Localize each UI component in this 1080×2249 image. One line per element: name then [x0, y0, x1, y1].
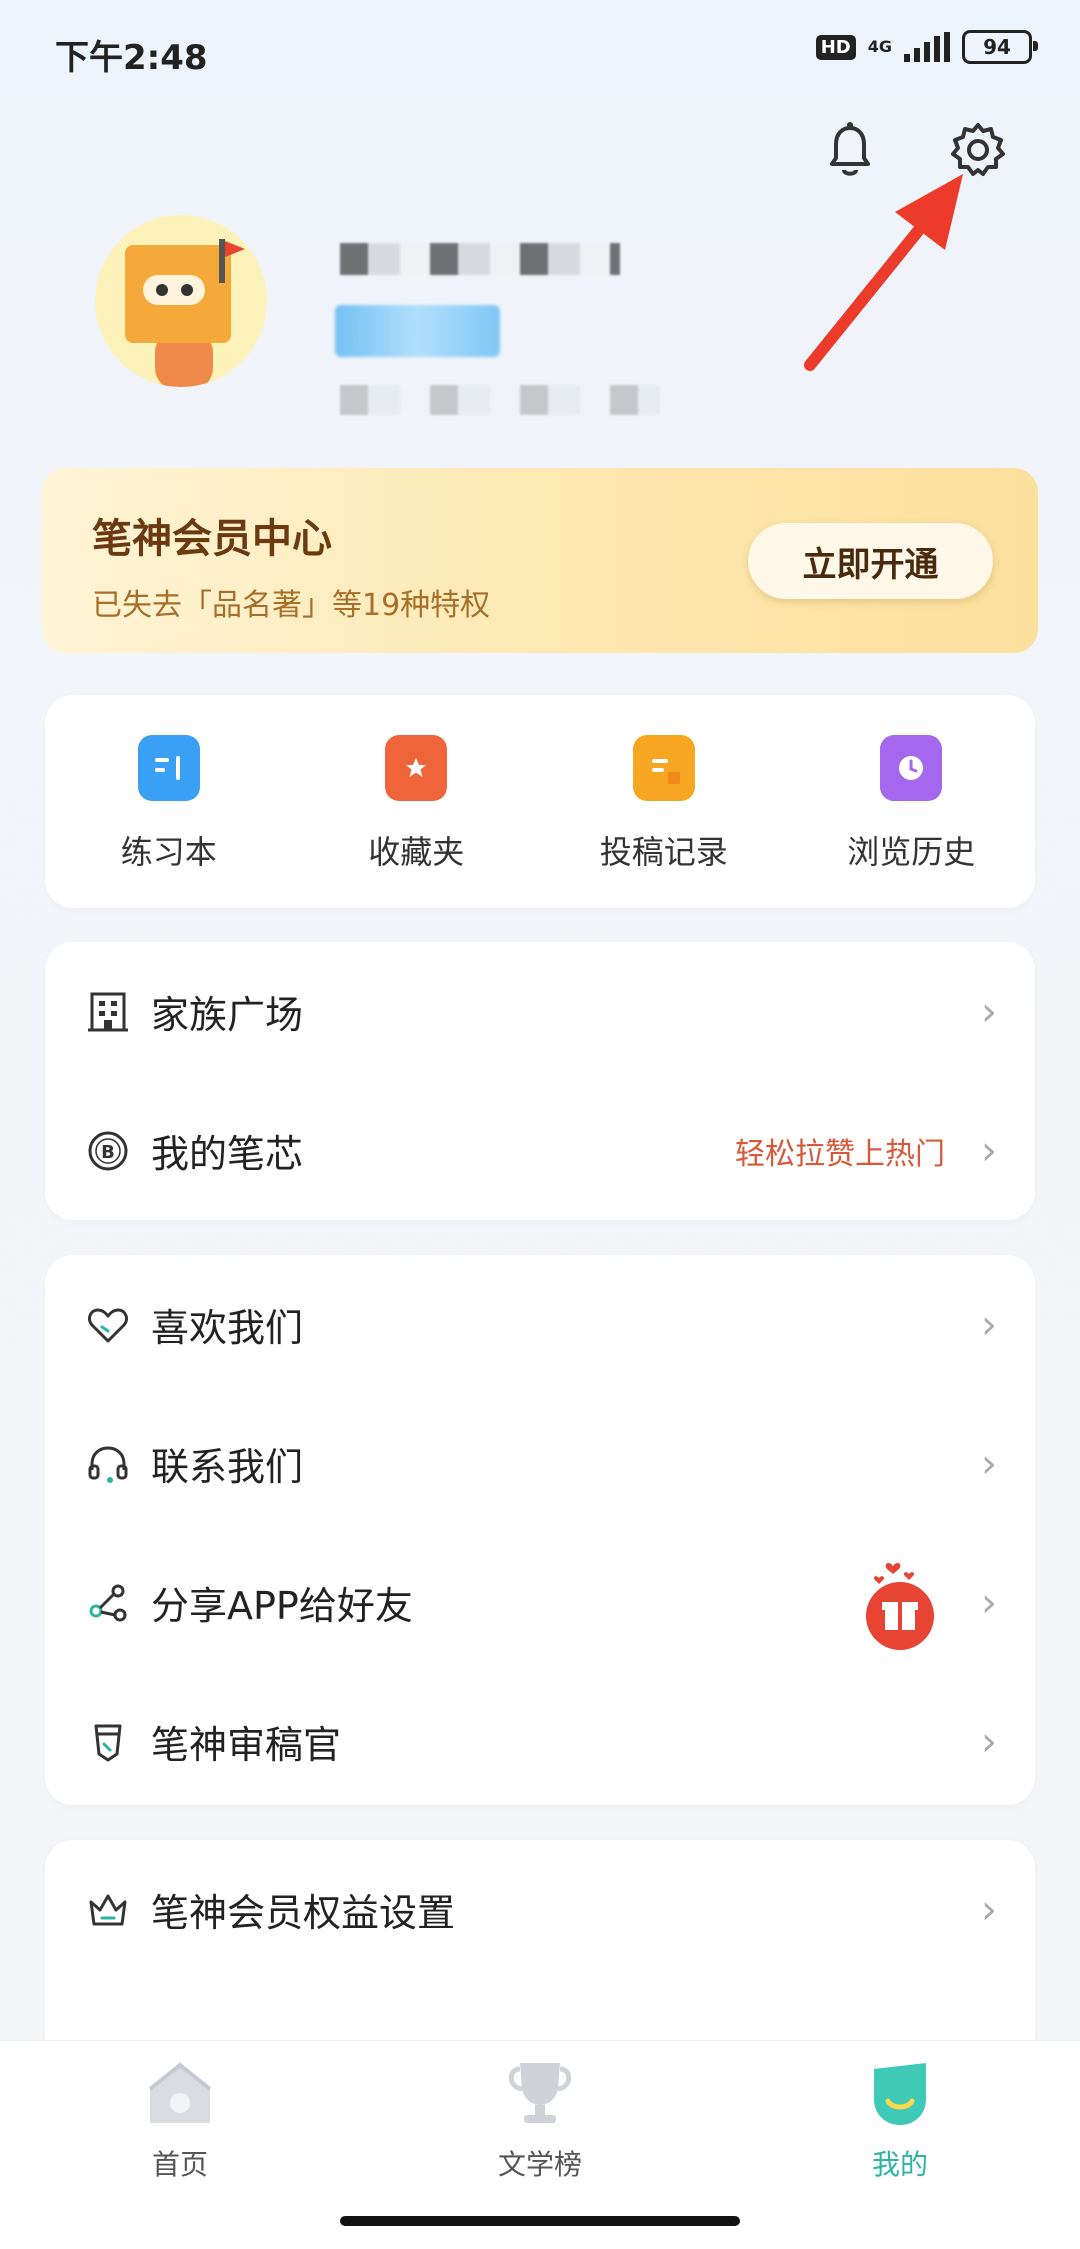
activate-vip-button[interactable]: 立即开通	[748, 523, 993, 599]
clock-icon	[880, 735, 943, 801]
chevron-right-icon: ›	[981, 1718, 997, 1765]
menu-label: 联系我们	[151, 1445, 304, 1489]
chevron-right-icon: ›	[981, 1886, 997, 1933]
menu-item-share-app[interactable]: 分享APP给好友 ›	[45, 1533, 1035, 1672]
badge-icon	[85, 1719, 131, 1765]
bookmark-star-icon	[385, 735, 448, 801]
username-blurred	[340, 243, 620, 275]
hd-badge: HD	[815, 34, 856, 60]
quick-item-notebook[interactable]: 练习本	[45, 695, 293, 908]
menu-label: 笔神会员权益设置	[151, 1891, 456, 1935]
home-indicator	[340, 2216, 740, 2226]
quick-label: 浏览历史	[847, 833, 976, 871]
status-icons: HD 4G 94	[815, 30, 1038, 64]
user-badge-blurred	[335, 305, 500, 357]
promo-text: 轻松拉赞上热门	[735, 1136, 945, 1172]
menu-label: 家族广场	[151, 993, 304, 1037]
menu-label: 分享APP给好友	[151, 1584, 413, 1628]
menu-item-vip-settings[interactable]: 笔神会员权益设置 ›	[45, 1840, 1035, 1979]
menu-item-like-us[interactable]: 喜欢我们 ›	[45, 1255, 1035, 1394]
chevron-right-icon: ›	[981, 1127, 997, 1174]
trophy-icon	[502, 2055, 578, 2131]
home-icon	[142, 2055, 218, 2131]
battery-icon: 94	[962, 30, 1038, 64]
profile-icon	[862, 2055, 938, 2131]
quick-item-history[interactable]: 浏览历史	[788, 695, 1036, 908]
status-time: 下午2:48	[55, 38, 208, 78]
svg-text:B: B	[101, 1142, 115, 1163]
document-icon	[632, 735, 695, 801]
tab-profile[interactable]: 我的	[800, 2055, 1000, 2183]
quick-label: 练习本	[120, 833, 217, 871]
menu-group-2: 喜欢我们 › 联系我们 › 分享APP给好友 › 笔神审稿官 ›	[45, 1255, 1035, 1805]
quick-label: 投稿记录	[599, 833, 728, 871]
quick-item-submissions[interactable]: 投稿记录	[540, 695, 788, 908]
tab-label: 首页	[151, 2148, 208, 2181]
menu-item-family-square[interactable]: 家族广场 ›	[45, 942, 1035, 1081]
crown-icon	[85, 1887, 131, 1933]
avatar[interactable]	[95, 215, 267, 387]
chevron-right-icon: ›	[981, 1301, 997, 1348]
tab-home[interactable]: 首页	[80, 2055, 280, 2183]
headset-icon	[85, 1441, 131, 1487]
chevron-right-icon: ›	[981, 988, 997, 1035]
menu-group-1: 家族广场 › B 我的笔芯 轻松拉赞上热门 ›	[45, 942, 1035, 1220]
vip-banner[interactable]: 笔神会员中心 已失去「品名著」等19种特权 立即开通	[42, 468, 1038, 653]
menu-label: 我的笔芯	[151, 1132, 304, 1176]
vip-title: 笔神会员中心	[92, 516, 332, 562]
annotation-arrow-icon	[804, 174, 963, 371]
menu-item-contact-us[interactable]: 联系我们 ›	[45, 1394, 1035, 1533]
user-info-blurred	[340, 385, 660, 415]
coin-b-icon: B	[85, 1128, 131, 1174]
tab-label: 我的	[871, 2148, 928, 2181]
tab-label: 文学榜	[497, 2148, 582, 2181]
chevron-right-icon: ›	[981, 1579, 997, 1626]
gift-icon	[855, 1558, 935, 1653]
quick-actions: 练习本 收藏夹 投稿记录 浏览历史	[45, 695, 1035, 908]
chevron-right-icon: ›	[981, 1440, 997, 1487]
network-label: 4G	[867, 37, 892, 56]
notebook-icon	[137, 735, 200, 801]
signal-icon	[904, 32, 950, 62]
menu-item-reviewer[interactable]: 笔神审稿官 ›	[45, 1672, 1035, 1811]
vip-subtitle: 已失去「品名著」等19种特权	[92, 588, 491, 623]
heart-icon	[85, 1302, 131, 1348]
tab-literature-rank[interactable]: 文学榜	[440, 2055, 640, 2183]
menu-group-3: 笔神会员权益设置 ›	[45, 1840, 1035, 2040]
menu-label: 笔神审稿官	[151, 1723, 342, 1767]
status-bar: 下午2:48 HD 4G 94	[0, 0, 1080, 100]
quick-label: 收藏夹	[368, 833, 465, 871]
menu-label: 喜欢我们	[151, 1306, 304, 1350]
quick-item-favorites[interactable]: 收藏夹	[293, 695, 541, 908]
share-icon	[85, 1580, 131, 1626]
menu-item-my-refills[interactable]: B 我的笔芯 轻松拉赞上热门 ›	[45, 1081, 1035, 1220]
building-icon	[85, 989, 131, 1035]
